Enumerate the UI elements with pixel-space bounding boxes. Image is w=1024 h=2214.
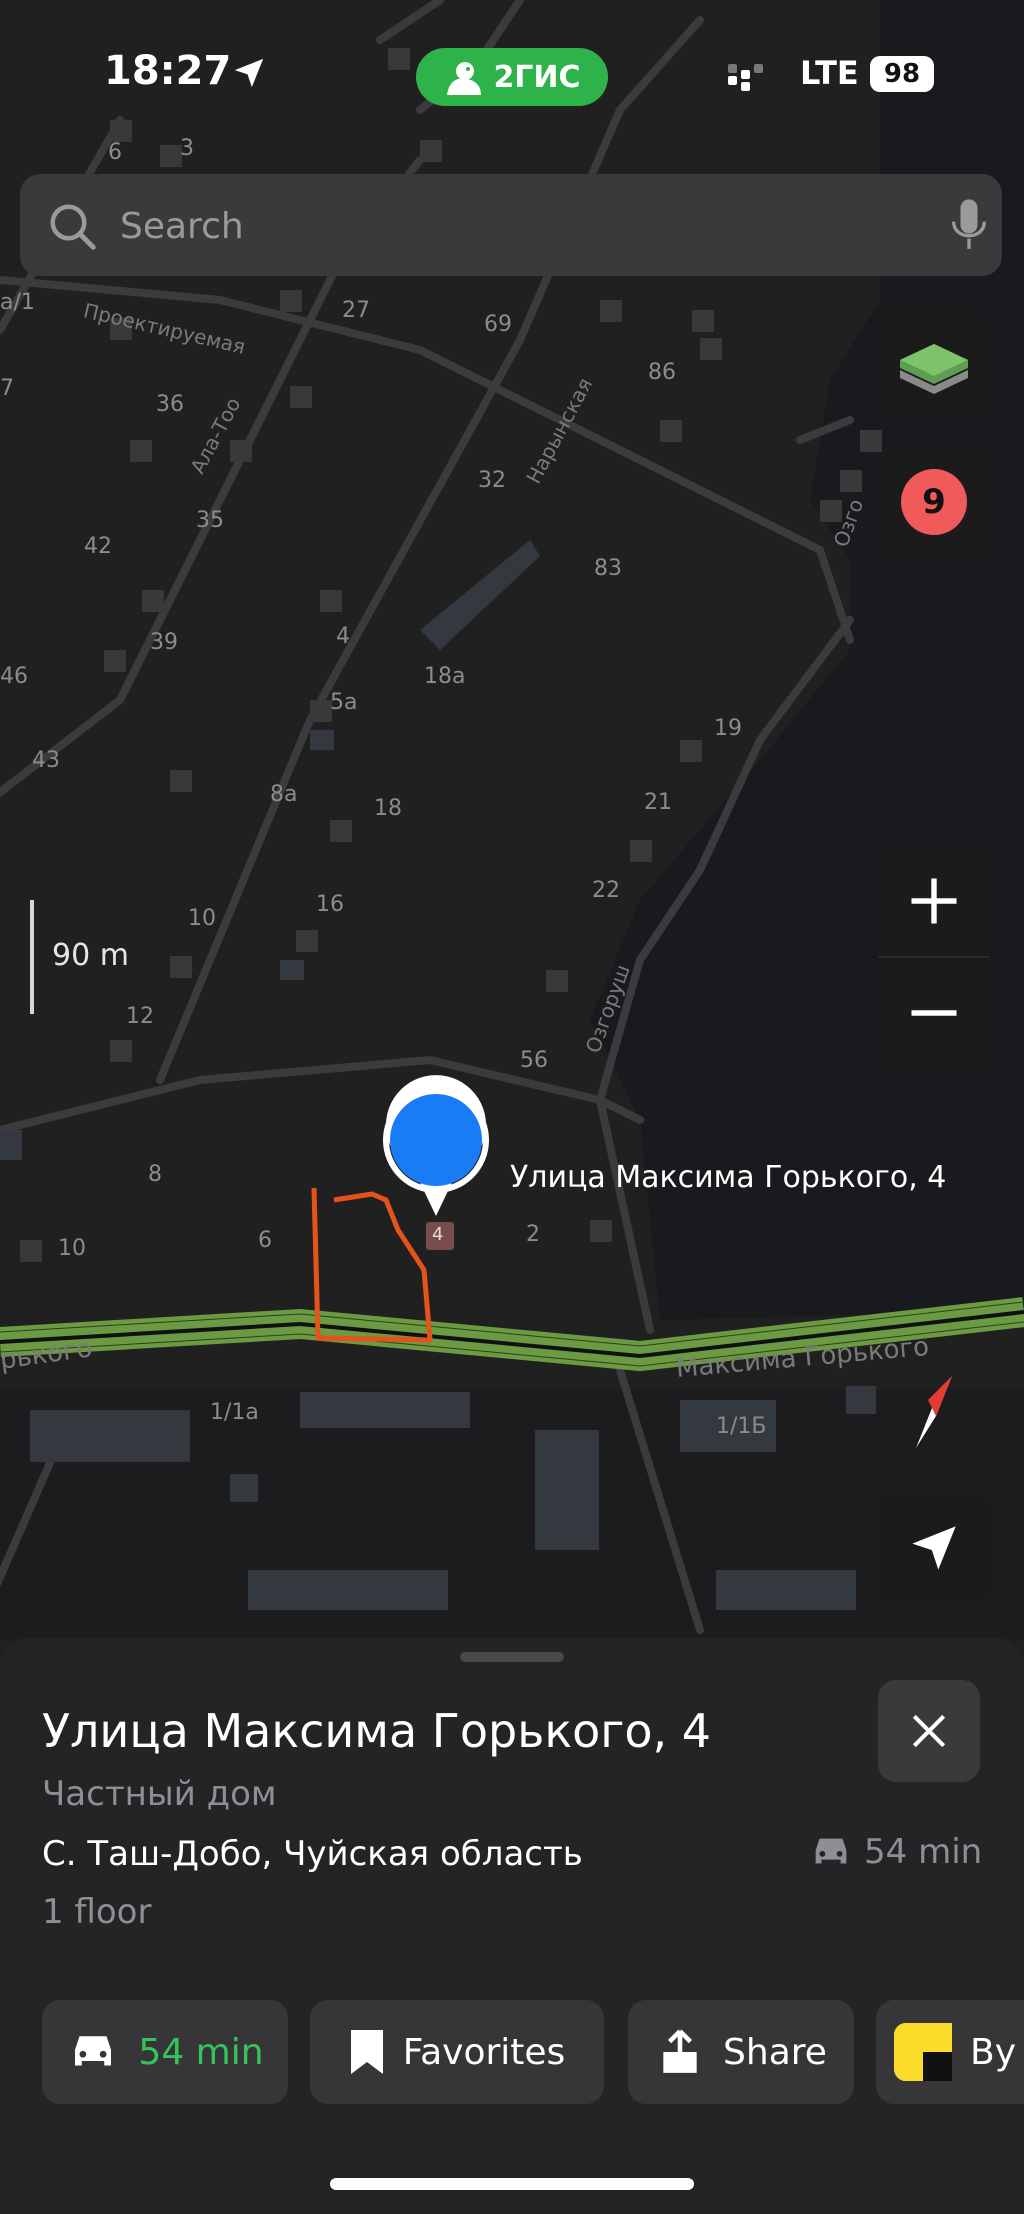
action-row: 54 min Favorites Share By [0, 2000, 1024, 2104]
microphone-icon[interactable] [948, 196, 990, 254]
search-bar[interactable] [20, 174, 1002, 276]
place-title: Улица Максима Горького, 4 [42, 1704, 712, 1758]
house-number: 5а [330, 690, 358, 715]
house-number: 12 [126, 1004, 154, 1029]
favorites-label: Favorites [402, 2031, 566, 2073]
travel-time: 54 min [808, 1832, 982, 1872]
route-button[interactable]: 54 min [42, 2000, 288, 2104]
house-number: 8 [148, 1162, 162, 1187]
minus-icon [911, 1010, 957, 1016]
house-number: 4 [336, 624, 350, 649]
share-icon [663, 2029, 697, 2073]
battery-level: 98 [883, 59, 921, 89]
location-arrow-icon [234, 58, 264, 88]
house-number: 1/1Б [716, 1414, 767, 1439]
house-number: 21 [644, 790, 672, 815]
car-icon [75, 2036, 112, 2066]
house-number: а/1 [0, 290, 35, 315]
status-bar: 18:27 2ГИС LTE 98 [0, 0, 1024, 150]
house-number: 7 [0, 376, 14, 401]
yandex-taxi-icon [894, 2023, 952, 2081]
house-number: 32 [478, 468, 506, 493]
traffic-level: 9 [922, 482, 946, 522]
house-number: 19 [714, 716, 742, 741]
house-number: 69 [484, 312, 512, 337]
share-button[interactable]: Share [628, 2000, 854, 2104]
2gis-logo-icon [447, 62, 482, 95]
house-number: 18 [374, 796, 402, 821]
close-button[interactable] [878, 1680, 980, 1782]
my-location-button[interactable] [878, 1492, 990, 1604]
house-number: 39 [150, 630, 178, 655]
plus-icon [911, 878, 957, 924]
layers-icon [900, 344, 968, 394]
zoom-out-button[interactable] [878, 958, 990, 1068]
battery-indicator: 98 [870, 56, 934, 92]
traffic-button[interactable]: 9 [878, 446, 990, 558]
car-icon [815, 1838, 847, 1864]
house-number: 8а [270, 782, 298, 807]
place-card[interactable]: Улица Максима Горького, 4 Частный дом С.… [0, 1638, 1024, 2214]
house-number: 43 [32, 748, 60, 773]
pin-label: Улица Максима Горького, 4 [510, 1160, 947, 1195]
status-time: 18:27 [104, 48, 232, 94]
compass-icon [916, 1376, 952, 1448]
taxi-button[interactable]: By [876, 2000, 1024, 2104]
zoom-controls [878, 846, 990, 1068]
house-number: 27 [342, 298, 370, 323]
house-number: 42 [84, 534, 112, 559]
scale-label: 90 m [52, 938, 129, 973]
house-number: 1/1а [210, 1400, 259, 1425]
close-icon [912, 1714, 946, 1748]
scale-bar [30, 900, 34, 1014]
house-number: 35 [196, 508, 224, 533]
house-number: 10 [188, 906, 216, 931]
house-number: 22 [592, 878, 620, 903]
taxi-label: By [970, 2031, 1017, 2073]
house-number: 36 [156, 392, 184, 417]
zoom-in-button[interactable] [878, 846, 990, 956]
bookmark-icon [350, 2030, 383, 2074]
house-number: 18а [424, 664, 466, 689]
signal-icon [728, 64, 763, 91]
house-number: 10 [58, 1236, 86, 1261]
favorites-button[interactable]: Favorites [310, 2000, 604, 2104]
sheet-handle[interactable] [460, 1652, 564, 1662]
house-number: 83 [594, 556, 622, 581]
place-floors: 1 floor [42, 1892, 152, 1932]
travel-time-value: 54 min [864, 1832, 983, 1872]
app-name: 2ГИС [493, 59, 581, 95]
place-address: С. Таш-Добо, Чуйская область [42, 1834, 583, 1874]
house-number: 86 [648, 360, 676, 385]
layers-button[interactable] [878, 310, 990, 422]
home-indicator [330, 2178, 694, 2190]
search-input[interactable] [118, 194, 922, 258]
route-time: 54 min [138, 2031, 264, 2073]
compass-button[interactable] [878, 1356, 990, 1468]
network-type: LTE [800, 54, 859, 92]
house-number: 46 [0, 664, 28, 689]
house-number: 6 [258, 1228, 272, 1253]
app-badge[interactable]: 2ГИС [416, 48, 608, 106]
house-number: 16 [316, 892, 344, 917]
house-number: 4 [432, 1224, 444, 1245]
place-category: Частный дом [42, 1774, 277, 1814]
search-icon [50, 204, 96, 250]
traffic-level-badge: 9 [901, 469, 967, 535]
house-number: 56 [520, 1048, 548, 1073]
house-number: 2 [526, 1222, 540, 1247]
navigation-arrow-icon [912, 1526, 956, 1570]
share-label: Share [723, 2031, 827, 2073]
